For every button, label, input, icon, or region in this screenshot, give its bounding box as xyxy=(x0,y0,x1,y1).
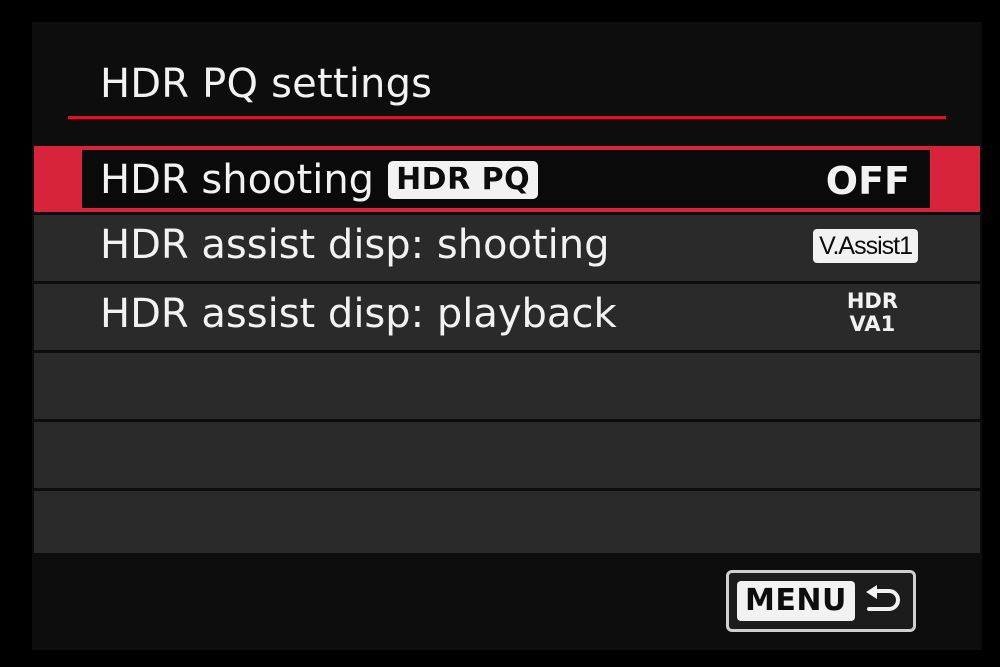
return-arrow-icon xyxy=(866,585,900,611)
empty-menu-row xyxy=(34,353,980,419)
menu-back-button[interactable]: MENU xyxy=(726,570,916,632)
menu-item-hdr-assist-shooting[interactable]: HDR assist disp: shooting V.Assist1 xyxy=(34,215,980,281)
hdr-va1-value: HDR VA1 xyxy=(847,290,898,336)
empty-menu-row xyxy=(34,491,980,553)
hdr-shooting-value: OFF xyxy=(825,159,910,203)
menu-item-hdr-assist-playback[interactable]: HDR assist disp: playback HDR VA1 xyxy=(34,284,980,350)
hdr-pq-badge: HDR PQ xyxy=(388,161,539,199)
selection-highlight: HDR shooting HDR PQ OFF xyxy=(82,150,930,208)
hdr-shooting-label: HDR shooting xyxy=(100,157,375,203)
page-title: HDR PQ settings xyxy=(100,61,433,107)
hdr-va1-line1: HDR xyxy=(846,289,898,313)
hdr-assist-playback-label: HDR assist disp: playback xyxy=(100,291,617,337)
title-divider xyxy=(68,116,946,119)
menu-item-label: HDR shooting HDR PQ xyxy=(100,154,539,206)
hdr-assist-shooting-label: HDR assist disp: shooting xyxy=(100,222,610,268)
menu-label: MENU xyxy=(737,581,855,621)
menu-item-hdr-shooting[interactable]: HDR shooting HDR PQ OFF xyxy=(34,146,980,212)
hdr-va1-line2: VA1 xyxy=(849,312,896,336)
v-assist1-badge: V.Assist1 xyxy=(813,229,918,263)
empty-menu-row xyxy=(34,422,980,488)
